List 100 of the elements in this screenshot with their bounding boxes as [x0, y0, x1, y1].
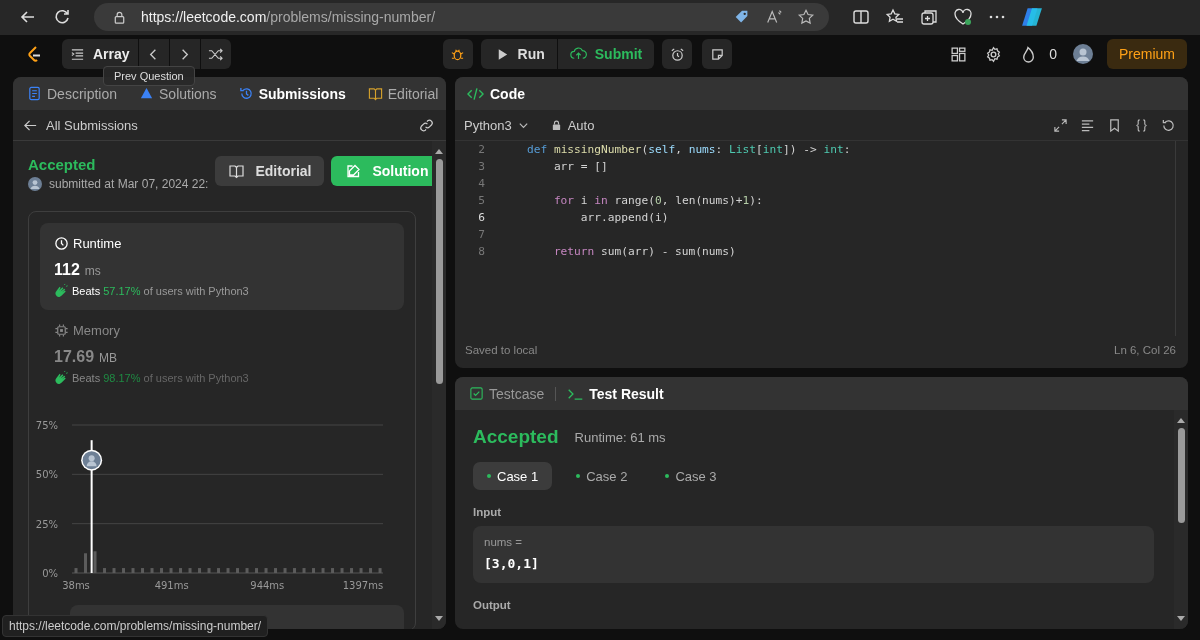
scroll-down-icon[interactable]: [1176, 615, 1186, 623]
scrollbar[interactable]: [1174, 410, 1188, 629]
all-submissions-link[interactable]: All Submissions: [46, 117, 138, 133]
clock-icon: [54, 236, 69, 251]
axis-label: 75%: [35, 420, 58, 431]
panel-title: Code: [490, 85, 525, 102]
submitted-time: submitted at Mar 07, 2024 22:: [49, 177, 209, 191]
cloud-upload-icon: [569, 46, 587, 62]
variable-value: [3,0,1]: [484, 556, 540, 571]
reset-icon[interactable]: [1161, 117, 1176, 133]
layout-icon[interactable]: [950, 45, 968, 63]
lock-icon: [112, 9, 127, 25]
book-icon: [367, 86, 383, 101]
address-bar[interactable]: https://leetcode.com/problems/missing-number/: [94, 3, 829, 31]
beats-text: Beats 98.17% of users with Python3: [72, 371, 249, 384]
stat-card[interactable]: Runtime 112 ms Beats 57.17% of users with Python3: [40, 223, 404, 310]
collections-icon[interactable]: [919, 7, 939, 27]
braces-icon[interactable]: [1134, 117, 1149, 133]
axis-label: 1397ms: [342, 580, 384, 591]
axis-label: 50%: [35, 469, 58, 481]
axis-label: 38ms: [62, 580, 90, 591]
case-tab[interactable]: Case 3: [651, 462, 731, 490]
checkbox-icon: [469, 386, 484, 401]
avatar-icon: [28, 177, 42, 191]
premium-button[interactable]: Premium: [1107, 39, 1187, 69]
axis-label: 491ms: [154, 580, 189, 591]
axis-label: 944ms: [250, 580, 285, 591]
code-line: def missingNumber(self, nums: List[int]) -> int:: [525, 143, 851, 156]
tooltip: Prev Question: [103, 66, 195, 86]
stat-value: 17.69: [54, 348, 95, 366]
debug-button[interactable]: [442, 39, 473, 69]
book-icon: [228, 163, 246, 179]
code-line: arr = []: [552, 160, 608, 173]
scrollbar-thumb[interactable]: [1177, 428, 1185, 523]
chip-icon: [54, 323, 69, 338]
shuffle-button[interactable]: [200, 39, 231, 69]
scroll-down-icon[interactable]: [434, 615, 444, 623]
code-line: arr.append(i): [579, 211, 669, 224]
stat-card[interactable]: Memory 17.69 MB Beats 98.17% of users with Python3: [40, 310, 404, 397]
problem-list-button[interactable]: Array: [62, 39, 138, 69]
panel-tab[interactable]: Submissions: [236, 80, 348, 107]
submission-status: Accepted: [28, 156, 97, 173]
edit-icon: [345, 163, 363, 179]
lock-icon: [550, 119, 562, 131]
panel-tab[interactable]: Testcase: [467, 380, 547, 407]
scrollbar[interactable]: [432, 141, 446, 629]
health-icon[interactable]: [953, 7, 973, 27]
result-status: Accepted: [473, 426, 559, 448]
avatar-icon[interactable]: [1073, 44, 1093, 64]
editorial-button[interactable]: Editorial: [215, 156, 325, 186]
alarm-clock-icon: [669, 46, 685, 62]
line-number: 7: [477, 228, 485, 241]
code-line: for i in range(0, len(nums)+1):: [552, 194, 763, 207]
auto-mode-label[interactable]: Auto: [567, 117, 595, 133]
stat-value: 112: [54, 261, 80, 279]
case-tab[interactable]: Case 1: [473, 462, 553, 490]
variable-name: nums =: [484, 536, 524, 548]
clapping-hands-icon: [54, 370, 69, 385]
run-button[interactable]: Run: [480, 39, 557, 69]
list-icon: [70, 46, 85, 62]
expand-icon[interactable]: [1053, 117, 1068, 133]
history-icon: [238, 86, 254, 101]
bookmark-icon[interactable]: [1107, 117, 1122, 133]
previous-button[interactable]: [138, 39, 169, 69]
scroll-up-icon[interactable]: [1176, 416, 1186, 424]
line-number: 8: [477, 245, 485, 258]
link-icon[interactable]: [419, 117, 434, 133]
runtime-text: Runtime: 61 ms: [574, 429, 666, 445]
document-icon: [27, 86, 42, 101]
line-number: 2: [477, 143, 485, 156]
output-label: Output: [473, 599, 511, 611]
copilot-icon[interactable]: [1021, 6, 1043, 28]
submit-button[interactable]: Submit: [557, 39, 655, 69]
url-text: https://leetcode.com/problems/missing-number/: [141, 9, 436, 25]
line-number: 5: [477, 194, 485, 207]
case-tab[interactable]: Case 2: [562, 462, 642, 490]
panel-tab[interactable]: Test Result: [565, 380, 666, 407]
stat-unit: MB: [99, 351, 118, 365]
axis-label: 0%: [42, 568, 58, 579]
triangle-icon: [139, 86, 155, 101]
panel-tab[interactable]: Editorial: [365, 80, 441, 107]
line-number: 3: [477, 160, 485, 173]
scroll-up-icon[interactable]: [434, 147, 444, 155]
timer-button[interactable]: [662, 39, 693, 69]
format-icon[interactable]: [1080, 117, 1095, 133]
cursor-position: Ln 6, Col 26: [1114, 344, 1176, 356]
settings-icon[interactable]: [985, 45, 1003, 63]
shuffle-icon: [208, 46, 224, 62]
line-number: 4: [477, 177, 485, 190]
scrollbar-thumb[interactable]: [435, 159, 443, 384]
streak-count: 0: [1049, 46, 1057, 62]
save-status: Saved to local: [465, 344, 538, 356]
language-dropdown[interactable]: Python3: [464, 117, 529, 133]
split-screen-icon[interactable]: [851, 7, 871, 27]
notes-button[interactable]: [702, 39, 733, 69]
star-icon[interactable]: [797, 8, 815, 26]
input-label: Input: [473, 506, 502, 518]
stat-title: Runtime: [73, 236, 122, 251]
axis-label: 25%: [35, 518, 58, 530]
code-line: return sum(arr) - sum(nums): [552, 245, 736, 258]
